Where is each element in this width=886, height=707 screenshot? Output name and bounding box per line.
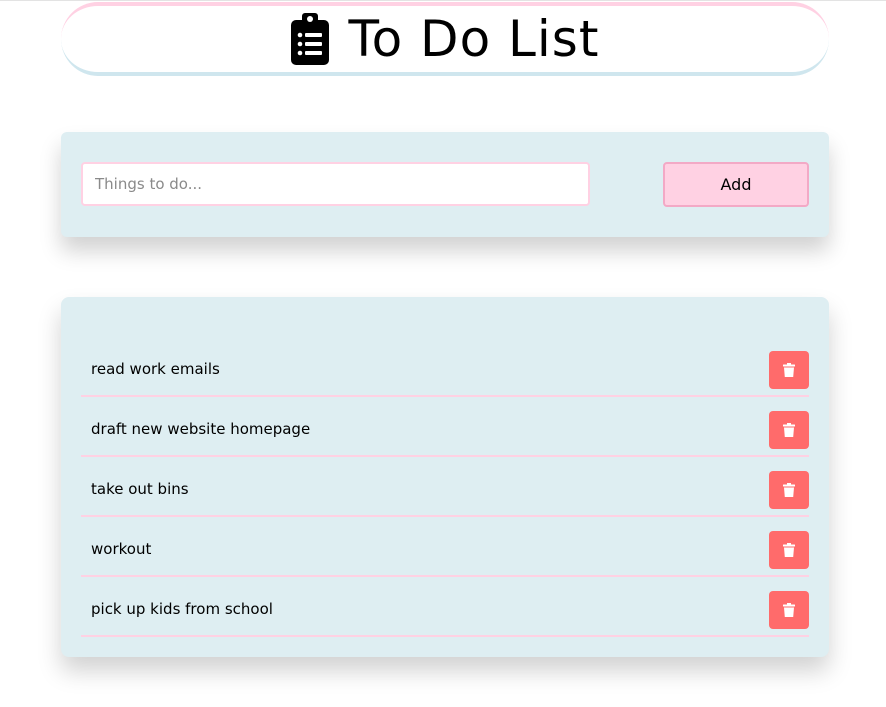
task-item: workout	[81, 517, 809, 577]
delete-task-button[interactable]	[769, 531, 809, 569]
delete-task-button[interactable]	[769, 591, 809, 629]
trash-icon	[783, 423, 795, 437]
header-content: To Do List	[290, 10, 600, 68]
add-task-form: Add	[61, 132, 829, 237]
task-text: read work emails	[91, 360, 220, 378]
task-list-card: read work emails draft new website homep…	[61, 297, 829, 657]
trash-icon	[783, 543, 795, 557]
task-text: pick up kids from school	[91, 600, 273, 618]
task-item: read work emails	[81, 337, 809, 397]
delete-task-button[interactable]	[769, 471, 809, 509]
clipboard-list-icon	[290, 13, 329, 65]
page-title: To Do List	[348, 10, 600, 68]
delete-task-button[interactable]	[769, 411, 809, 449]
task-input[interactable]	[81, 162, 590, 206]
task-list: read work emails draft new website homep…	[81, 337, 809, 637]
add-button[interactable]: Add	[663, 162, 809, 207]
task-text: take out bins	[91, 480, 189, 498]
trash-icon	[783, 483, 795, 497]
trash-icon	[783, 363, 795, 377]
app-header: To Do List	[61, 2, 829, 76]
task-item: draft new website homepage	[81, 397, 809, 457]
delete-task-button[interactable]	[769, 351, 809, 389]
task-text: workout	[91, 540, 152, 558]
task-item: take out bins	[81, 457, 809, 517]
task-item: pick up kids from school	[81, 577, 809, 637]
trash-icon	[783, 603, 795, 617]
task-text: draft new website homepage	[91, 420, 311, 438]
